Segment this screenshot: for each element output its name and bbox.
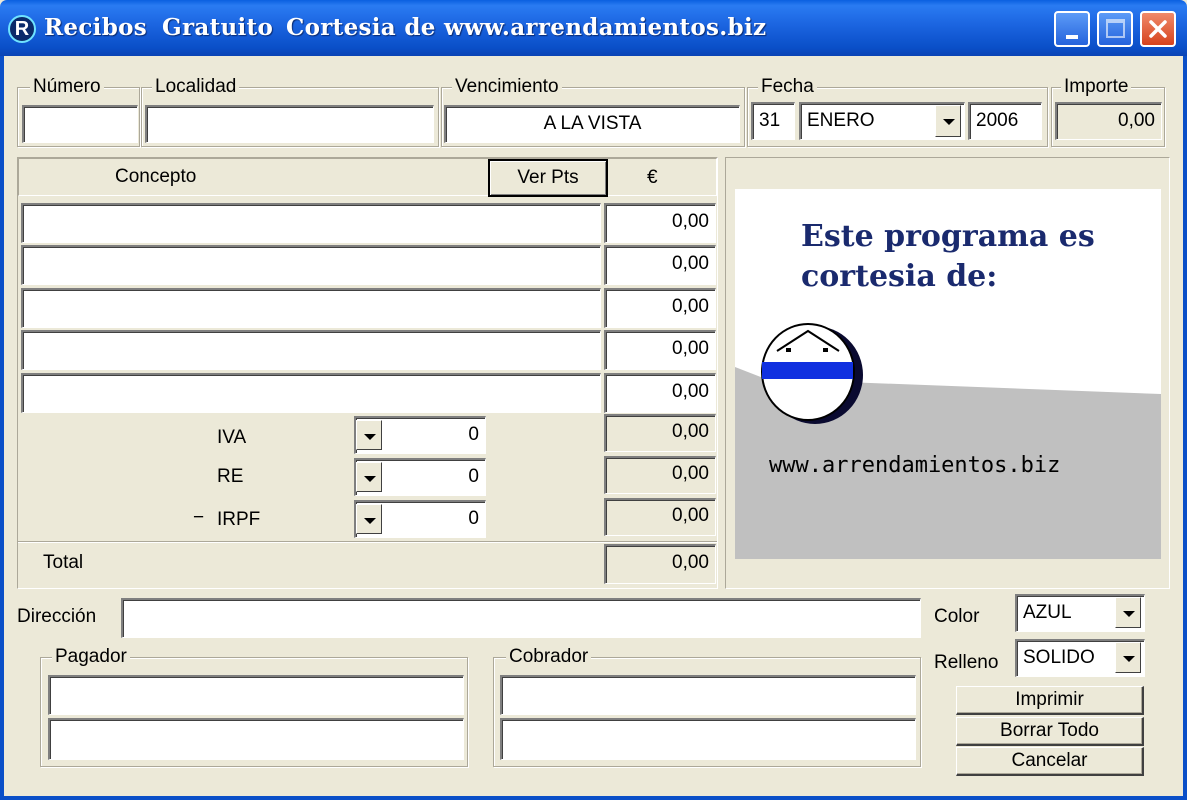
fecha-month-dropdown-button[interactable] (935, 105, 961, 137)
localidad-label: Localidad (152, 77, 240, 97)
window-title-part-2: Gratuito (162, 14, 274, 41)
concept-header: Concepto (115, 166, 197, 187)
amount-input[interactable]: 0,00 (604, 245, 716, 285)
window-border-bottom (0, 796, 1187, 800)
currency-header: € (647, 167, 658, 188)
borrar-todo-button[interactable]: Borrar Todo (956, 717, 1144, 746)
importe-label: Importe (1061, 77, 1132, 97)
pagador-line2-field[interactable] (48, 718, 464, 760)
color-dropdown-button[interactable] (1115, 597, 1141, 628)
iva-amount: 0,00 (604, 414, 716, 452)
maximize-icon (1106, 19, 1125, 38)
ver-pts-button[interactable]: Ver Pts (488, 159, 608, 197)
fecha-label: Fecha (758, 77, 817, 97)
promo-logo-icon (761, 323, 863, 424)
amount-input[interactable]: 0,00 (604, 330, 716, 370)
irpf-amount: 0,00 (604, 498, 716, 536)
importe-field: 0,00 (1055, 102, 1162, 140)
minimize-icon (1066, 35, 1078, 39)
total-divider (18, 541, 717, 542)
pagador-line1-field[interactable] (48, 675, 464, 715)
maximize-button[interactable] (1097, 11, 1133, 47)
color-label: Color (934, 606, 980, 627)
window-border-right (1183, 56, 1187, 800)
promo-image: Este programa es cortesia de: www.arrend… (735, 189, 1161, 559)
relleno-label: Relleno (934, 652, 999, 673)
close-icon (1149, 20, 1167, 38)
imprimir-button[interactable]: Imprimir (956, 686, 1144, 715)
irpf-dropdown-button[interactable] (356, 504, 382, 534)
vencimiento-field[interactable]: A LA VISTA (444, 105, 740, 143)
total-label: Total (43, 552, 84, 573)
amount-input[interactable]: 0,00 (604, 373, 716, 413)
re-amount: 0,00 (604, 456, 716, 494)
concept-input[interactable] (21, 245, 601, 285)
direccion-label: Dirección (17, 606, 97, 627)
window-title-part-1: Recibos (44, 14, 147, 41)
irpf-label: IRPF (217, 509, 261, 530)
promo-url: www.arrendamientos.biz (769, 453, 1061, 478)
cobrador-line2-field[interactable] (500, 718, 916, 760)
app-icon: R (8, 15, 36, 43)
promo-headline-line1: Este programa es (801, 219, 1095, 254)
cancelar-button[interactable]: Cancelar (956, 747, 1144, 776)
amount-input[interactable]: 0,00 (604, 288, 716, 328)
promo-headline: Este programa es cortesia de: (801, 217, 1095, 297)
pagador-label: Pagador (52, 647, 130, 667)
window-border-left (0, 56, 4, 800)
promo-headline-line2: cortesia de: (801, 259, 998, 294)
window-title-part-3: Cortesia de www.arrendamientos.biz (286, 14, 767, 41)
iva-label: IVA (217, 427, 247, 448)
relleno-dropdown-button[interactable] (1115, 642, 1141, 673)
iva-dropdown-button[interactable] (356, 420, 382, 450)
concept-input[interactable] (21, 288, 601, 328)
concept-input[interactable] (21, 203, 601, 243)
concept-input[interactable] (21, 330, 601, 370)
cobrador-line1-field[interactable] (500, 675, 916, 715)
irpf-minus-sign: − (193, 507, 205, 528)
re-label: RE (217, 466, 244, 487)
fecha-day-field[interactable]: 31 (751, 102, 795, 140)
numero-label: Número (30, 77, 104, 97)
cobrador-label: Cobrador (506, 647, 592, 667)
close-button[interactable] (1140, 11, 1176, 47)
localidad-field[interactable] (145, 105, 434, 143)
amount-input[interactable]: 0,00 (604, 203, 716, 243)
direccion-field[interactable] (121, 598, 921, 638)
total-amount: 0,00 (604, 544, 716, 584)
minimize-button[interactable] (1054, 11, 1090, 47)
fecha-year-field[interactable]: 2006 (968, 102, 1042, 140)
concept-input[interactable] (21, 373, 601, 413)
vencimiento-label: Vencimiento (452, 77, 562, 97)
numero-field[interactable] (22, 105, 138, 143)
re-dropdown-button[interactable] (356, 462, 382, 492)
